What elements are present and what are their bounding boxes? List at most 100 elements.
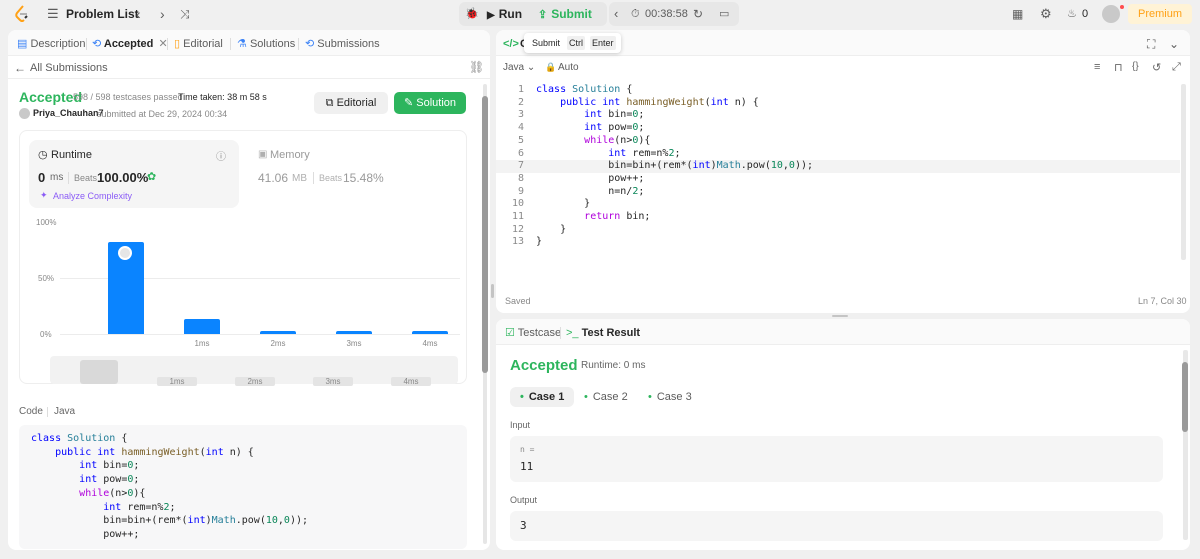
editor-line: 8 pow++; — [496, 173, 1180, 186]
code-line: public int hammingWeight(int n) { — [55, 446, 254, 458]
prev-problem-icon[interactable]: ‹ — [136, 6, 141, 22]
collapse-timer-icon[interactable]: ‹ — [614, 6, 618, 22]
case-tab-2[interactable]: • Case 2 — [574, 387, 638, 407]
format-icon[interactable]: ≡ — [1094, 61, 1100, 73]
input-box — [510, 436, 1163, 482]
vertical-splitter-handle[interactable] — [491, 284, 494, 298]
streak-count: 0 — [1082, 8, 1089, 20]
horizontal-splitter-handle[interactable] — [832, 315, 848, 317]
code-line: pow++; — [31, 528, 140, 540]
premium-button[interactable]: Premium — [1128, 4, 1192, 24]
shuffle-icon[interactable]: ⤨ — [180, 6, 190, 22]
username[interactable]: Priya_Chauhan7 — [33, 108, 104, 118]
case-tab-3[interactable]: • Case 3 — [638, 387, 702, 407]
tab-testcase[interactable]: ☑ Testcase — [505, 325, 561, 341]
tab-accepted[interactable]: ⟲ Accepted ✕ — [92, 36, 168, 52]
chart-bar[interactable] — [412, 330, 448, 334]
code-text: int bin=0; — [584, 109, 645, 121]
info-icon[interactable]: ⓘ — [216, 148, 226, 163]
book-open-icon: ⧉ — [325, 97, 334, 109]
tab-divider — [86, 38, 87, 50]
next-problem-icon[interactable]: › — [160, 6, 165, 22]
x-tick-label: 2ms — [270, 339, 286, 348]
code-text: n=n/2; — [536, 185, 645, 197]
reset-code-icon[interactable]: ↺ — [1152, 61, 1161, 74]
tab-editorial[interactable]: ▯ Editorial — [174, 36, 223, 52]
memory-label[interactable]: Memory — [270, 149, 310, 161]
back-arrow-icon[interactable]: ← — [14, 61, 26, 75]
celebration-icon: ✿ — [147, 171, 157, 183]
braces-icon[interactable]: {} — [1132, 61, 1139, 72]
share-link-icon[interactable]: ⛓ — [469, 60, 484, 74]
range-tick-label: 2ms — [235, 377, 275, 386]
autosave-mode[interactable]: Auto — [558, 62, 579, 73]
analyze-complexity-link[interactable]: Analyze Complexity — [53, 191, 132, 201]
lock-icon: 🔒 — [545, 62, 557, 72]
language-label: Java — [503, 62, 525, 73]
case-label: Case 3 — [656, 391, 692, 403]
run-button[interactable]: ▶ Run — [487, 2, 537, 26]
submitted-code-block[interactable]: class Solution { public int hammingWeigh… — [19, 425, 467, 549]
flask-icon: ⚗ — [237, 38, 247, 50]
fullscreen-icon[interactable]: ⤢ — [1172, 61, 1181, 74]
line-number: 2 — [517, 96, 524, 108]
result-scrollbar-thumb[interactable] — [1182, 362, 1188, 432]
testcases-passed: 598 / 598 testcases passed — [73, 92, 183, 102]
streak-fire-icon[interactable]: ♨ — [1067, 6, 1077, 22]
line-number: 9 — [517, 185, 524, 197]
tab-submissions[interactable]: ⟲ Submissions — [305, 36, 380, 52]
bookmark-icon[interactable]: ⊓ — [1114, 61, 1123, 74]
input-value: 11 — [520, 460, 534, 473]
notes-icon[interactable]: ▭ — [719, 6, 729, 22]
tab-solutions[interactable]: ⚗ Solutions — [237, 36, 295, 52]
reset-timer-icon[interactable]: ↻ — [693, 6, 703, 22]
line-number: 3 — [517, 109, 524, 121]
tab-description[interactable]: ▤ Description — [17, 36, 86, 52]
tab-test-result[interactable]: >_ Test Result — [566, 325, 640, 341]
tab-label: Accepted — [103, 38, 154, 50]
runtime-beats-label: Beats — [74, 173, 98, 183]
save-status: Saved — [505, 296, 531, 306]
memory-unit: MB — [292, 173, 307, 184]
code-editor[interactable]: 1 class Solution {2 public int hammingWei… — [496, 84, 1186, 254]
debug-icon[interactable]: 🐞 — [465, 6, 479, 22]
history-icon: ⟲ — [92, 38, 102, 50]
avatar[interactable] — [1102, 5, 1120, 23]
range-tick-label: 1ms — [157, 377, 197, 386]
all-submissions-link[interactable]: All Submissions — [30, 62, 108, 74]
code-tab-icon[interactable]: </> — [503, 36, 519, 52]
code-label: Code — [19, 406, 43, 417]
pass-dot: • — [520, 391, 524, 403]
post-solution-button[interactable]: ✎ Solution — [394, 92, 466, 114]
editor-scrollbar[interactable] — [1181, 84, 1186, 260]
runtime-distribution-chart: 100% 50% 0% 1ms 2ms 3ms 4ms — [30, 216, 460, 352]
gridline — [60, 334, 460, 335]
code-text: while(n>0){ — [584, 134, 651, 146]
left-scrollbar-thumb[interactable] — [482, 96, 488, 373]
top-bar: ☰ Problem List ‹ › ⤨ 🐞 ▶ Run ⇪ Submit ‹ ⏱ … — [0, 0, 1200, 28]
stopwatch-icon[interactable]: ⏱ — [631, 6, 640, 22]
settings-gear-icon[interactable]: ⚙ — [1040, 6, 1052, 22]
chart-bar[interactable] — [184, 319, 220, 334]
runtime-clock-icon: ◷ — [38, 149, 48, 161]
range-selector-handle[interactable] — [80, 360, 118, 384]
user-avatar[interactable] — [19, 108, 30, 119]
problem-list-icon[interactable]: ☰ — [47, 6, 59, 22]
maximize-icon[interactable]: ⛶ — [1147, 36, 1155, 52]
tab-label: Description — [30, 38, 86, 50]
editorial-label: Editorial — [336, 97, 377, 109]
language-select[interactable]: Java ⌄ — [503, 62, 535, 73]
runtime-beats-value: 100.00% — [97, 170, 149, 185]
tab-divider — [298, 38, 299, 50]
layout-icon[interactable]: ▦ — [1012, 6, 1023, 22]
minimize-icon[interactable]: ⌄ — [1169, 36, 1179, 52]
editorial-button[interactable]: ⧉ Editorial — [314, 92, 388, 114]
x-tick-label: 3ms — [346, 339, 362, 348]
chart-bar[interactable] — [260, 330, 296, 334]
case-tab-1[interactable]: • Case 1 — [510, 387, 575, 407]
x-tick-label: 4ms — [422, 339, 438, 348]
leetcode-logo-icon[interactable] — [14, 5, 30, 23]
chart-bar[interactable] — [336, 330, 372, 334]
problem-list-link[interactable]: Problem List — [66, 6, 139, 22]
submit-button[interactable]: ⇪ Submit — [538, 2, 607, 26]
